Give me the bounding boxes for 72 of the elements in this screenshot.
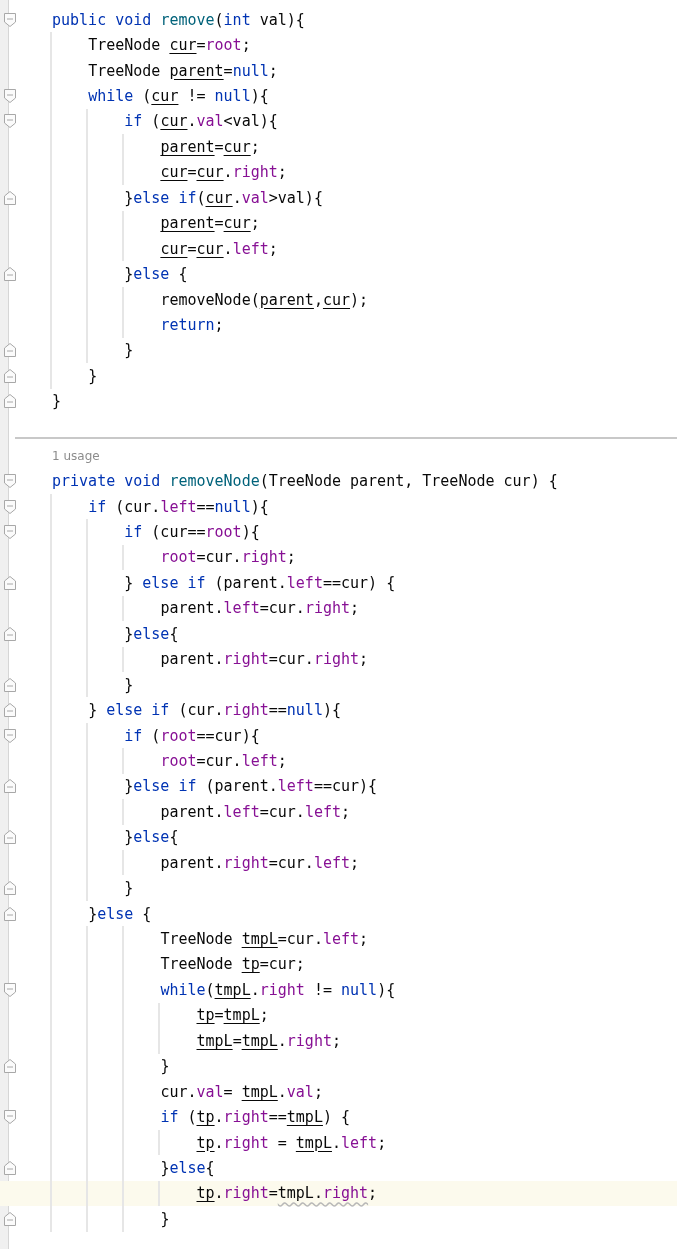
fold-icon[interactable]	[4, 12, 16, 27]
fold-icon[interactable]	[4, 114, 16, 129]
code-line: }else {	[87, 903, 152, 924]
code-line: root=cur.right;	[159, 547, 296, 568]
code-line: }	[159, 1208, 170, 1229]
code-line: if (root==cur){	[123, 725, 260, 746]
fold-icon[interactable]	[4, 1110, 16, 1125]
code-line: }else if(cur.val>val){	[123, 187, 323, 208]
fold-icon[interactable]	[4, 343, 16, 358]
code-line: TreeNode tmpL=cur.left;	[159, 929, 369, 950]
code-line: parent.left=cur.left;	[159, 801, 351, 822]
fold-icon[interactable]	[4, 626, 16, 641]
code-line: root=cur.left;	[159, 750, 287, 771]
code-line: } else if (cur.right==null){	[87, 700, 341, 721]
fold-icon[interactable]	[4, 982, 16, 997]
fold-icon[interactable]	[4, 906, 16, 921]
code-line: TreeNode cur=root;	[87, 35, 251, 56]
code-line: parent.left=cur.right;	[159, 598, 360, 619]
code-line: parent=cur;	[159, 213, 260, 234]
fold-icon[interactable]	[4, 779, 16, 794]
fold-icon[interactable]	[4, 394, 16, 409]
code-line: }	[123, 340, 134, 361]
code-line: }	[123, 674, 134, 695]
code-line: return;	[159, 314, 224, 335]
code-line: private void removeNode(TreeNode parent, TreeNode cur) {	[52, 471, 558, 492]
code-line: while(tmpL.right != null){	[159, 979, 396, 1000]
fold-icon[interactable]	[4, 1160, 16, 1175]
code-line: }	[123, 878, 134, 899]
code-line: tp.right=tmpL.right;	[195, 1183, 378, 1204]
code-line: }else if (parent.left==cur){	[123, 776, 378, 797]
fold-icon[interactable]	[4, 1059, 16, 1074]
fold-icon[interactable]	[4, 525, 16, 540]
code-line: }else{	[159, 1157, 215, 1178]
fold-icon[interactable]	[4, 575, 16, 590]
fold-icon[interactable]	[4, 830, 16, 845]
code-line: TreeNode parent=null;	[87, 60, 278, 81]
code-line: parent=cur;	[159, 136, 260, 157]
code-line: cur=cur.left;	[159, 238, 278, 259]
fold-icon[interactable]	[4, 677, 16, 692]
code-line: removeNode(parent,cur);	[159, 289, 369, 310]
code-line: cur=cur.right;	[159, 162, 287, 183]
code-line: }	[52, 391, 62, 412]
code-line: }else {	[123, 264, 188, 285]
code-line: tmpL=tmpL.right;	[195, 1030, 341, 1051]
usage-hint[interactable]: 1 usage	[52, 448, 100, 463]
code-line: TreeNode tp=cur;	[159, 954, 305, 975]
code-line: } else if (parent.left==cur) {	[123, 572, 396, 593]
fold-icon[interactable]	[4, 474, 16, 489]
fold-icon[interactable]	[4, 703, 16, 718]
code-line: }else{	[123, 623, 179, 644]
code-line: cur.val= tmpL.val;	[159, 1081, 323, 1102]
fold-icon[interactable]	[4, 89, 16, 104]
code-line: }	[87, 365, 98, 386]
fold-icon[interactable]	[4, 1211, 16, 1226]
fold-icon[interactable]	[4, 728, 16, 743]
code-line: while (cur != null){	[87, 86, 269, 107]
code-line: public void remove(int val){	[52, 9, 305, 30]
code-line: tp.right = tmpL.left;	[195, 1132, 387, 1153]
fold-icon[interactable]	[4, 881, 16, 896]
code-line: tp=tmpL;	[195, 1005, 269, 1026]
fold-icon[interactable]	[4, 499, 16, 514]
code-line: if (cur.val<val){	[123, 111, 278, 132]
code-line: if (cur.left==null){	[87, 496, 269, 517]
code-line: if (tp.right==tmpL) {	[159, 1107, 351, 1128]
code-line: if (cur==root){	[123, 522, 260, 543]
fold-icon[interactable]	[4, 190, 16, 205]
code-line: }	[159, 1056, 170, 1077]
code-line: parent.right=cur.left;	[159, 852, 360, 873]
code-line: parent.right=cur.right;	[159, 649, 369, 670]
fold-icon[interactable]	[4, 368, 16, 383]
fold-icon[interactable]	[4, 267, 16, 282]
code-line: }else{	[123, 827, 179, 848]
